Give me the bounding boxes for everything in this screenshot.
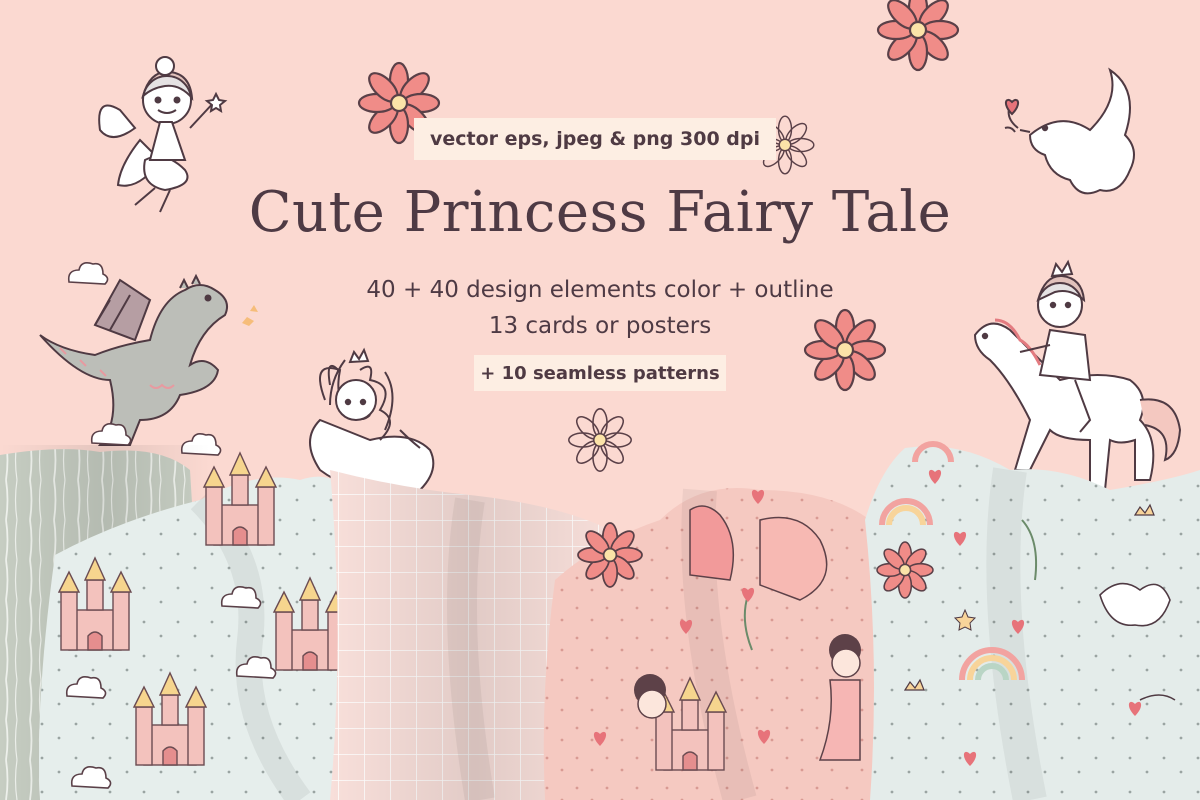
patterns-badge: + 10 seamless patterns <box>474 355 726 391</box>
cards-count-text: 13 cards or posters <box>488 313 712 339</box>
princess-illustration <box>309 347 435 494</box>
dragon-illustration <box>39 273 228 446</box>
cloud-icon <box>67 262 109 285</box>
product-banner: vector eps, jpeg & png 300 dpi Cute Prin… <box>0 0 1200 800</box>
elements-count-text: 40 + 40 design elements color + outline <box>366 277 834 303</box>
blush-characters-fabric <box>543 488 884 800</box>
format-badge: vector eps, jpeg & png 300 dpi <box>414 118 776 160</box>
mint-rainbow-fabric <box>865 441 1200 800</box>
prince-on-horse-illustration <box>973 259 1182 491</box>
page-title: Cute Princess Fairy Tale <box>248 180 952 245</box>
dove-illustration <box>1004 67 1135 195</box>
cloud-icon <box>90 423 132 446</box>
flower-icon <box>876 0 960 72</box>
flower-outline-icon <box>568 408 632 472</box>
